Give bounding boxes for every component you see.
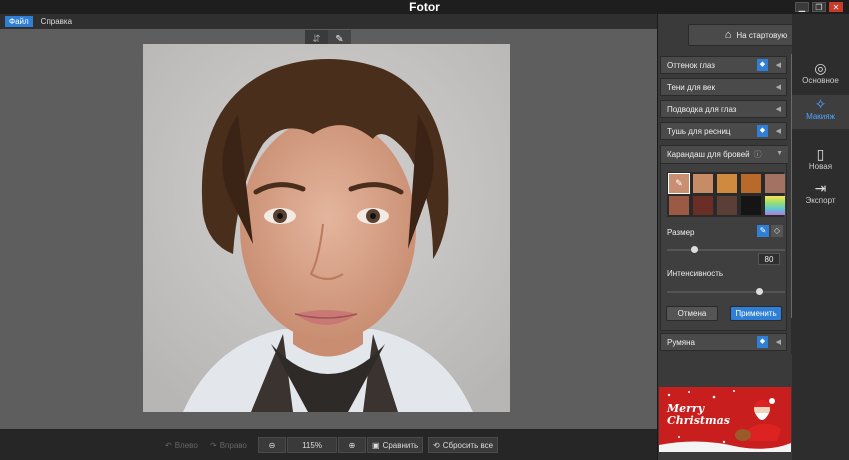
size-slider-knob[interactable] — [691, 246, 699, 253]
cancel-button[interactable]: Отмена — [666, 306, 718, 321]
makeup-icon: ✧ — [814, 96, 827, 112]
color-swatch[interactable] — [717, 174, 737, 193]
nav-basic-label: Основное — [802, 76, 839, 85]
intensity-value[interactable]: 80 — [758, 253, 780, 265]
panel-title: Карандаш для бровей — [667, 150, 750, 159]
zoom-in-button[interactable]: ⊕ — [338, 437, 366, 453]
color-swatch[interactable] — [693, 174, 713, 193]
premium-badge-icon: ◆ — [757, 59, 768, 71]
redo-icon: ↷ — [210, 440, 217, 450]
intensity-slider-knob[interactable] — [755, 288, 763, 295]
color-swatch[interactable] — [765, 196, 785, 215]
title-bar: Fotor ▁ ❐ ✕ — [0, 0, 849, 14]
expand-arrow-icon: ◀ — [775, 128, 781, 135]
size-label: Размер — [667, 228, 695, 237]
reset-all-button[interactable]: ⟲ Сбросить все — [428, 437, 499, 453]
expand-arrow-icon: ◀ — [775, 62, 781, 69]
section-label: Тушь для ресниц — [667, 126, 731, 136]
selected-pencil-icon: ✎ — [675, 178, 683, 188]
undo-button[interactable]: ↶ Влево — [165, 437, 198, 453]
section-label: Оттенок глаз — [667, 60, 715, 70]
color-swatch[interactable] — [717, 196, 737, 215]
menu-help[interactable]: Справка — [37, 16, 76, 27]
portrait-photo[interactable] — [143, 44, 510, 412]
christmas-ad-banner[interactable]: Merry Christmas — [659, 387, 791, 452]
bottom-toolbar: ↶ Влево ↷ Вправо ⊖ 115% ⊕ ▣ Сравнить ⟲ С… — [0, 429, 657, 460]
section-blush[interactable]: Румяна ◆ ◀ — [660, 333, 787, 351]
premium-badge-icon: ◆ — [757, 336, 768, 348]
color-swatch[interactable] — [693, 196, 713, 215]
intensity-slider[interactable] — [667, 288, 785, 295]
size-slider[interactable] — [667, 246, 785, 253]
section-label: Подводка для глаз — [667, 104, 737, 114]
undo-label: Влево — [174, 440, 198, 450]
help-icon[interactable]: ⓘ — [754, 149, 762, 160]
eyebrow-pencil-panel: Карандаш для бровей ⓘ ▼ ✎ Размер ✎ ◇ Инт… — [660, 145, 788, 331]
section-label: Румяна — [667, 337, 695, 347]
portrait-illustration — [143, 44, 510, 412]
basic-icon: ◎ — [814, 60, 827, 76]
minimize-button[interactable]: ▁ — [795, 2, 809, 12]
home-button-label: На стартовую — [736, 30, 788, 40]
zoom-out-button[interactable]: ⊖ — [258, 437, 286, 453]
color-swatch[interactable] — [669, 196, 689, 215]
nav-export[interactable]: ⇥ Экспорт — [792, 180, 849, 212]
brush-mode-icon[interactable]: ✎ — [757, 225, 769, 237]
section-eye-color[interactable]: Оттенок глаз ◆ ◀ — [660, 56, 787, 74]
new-icon: ▯ — [816, 146, 825, 162]
color-swatch[interactable] — [765, 174, 785, 193]
expand-arrow-icon: ◀ — [775, 84, 781, 91]
undo-icon: ↶ — [165, 440, 172, 450]
eraser-icon[interactable]: ◇ — [771, 225, 783, 237]
compare-label: Сравнить — [382, 440, 419, 450]
collapse-arrow-icon: ▼ — [776, 150, 783, 157]
menu-file[interactable]: Файл — [5, 16, 33, 27]
zoom-value[interactable]: 115% — [287, 437, 337, 453]
apply-button[interactable]: Применить — [730, 306, 782, 321]
window-controls: ▁ ❐ ✕ — [795, 2, 843, 12]
expand-arrow-icon: ◀ — [775, 106, 781, 113]
zoom-in-icon: ⊕ — [348, 440, 356, 450]
section-eyeshadow[interactable]: Тени для век ◀ — [660, 78, 787, 96]
home-icon: ⌂ — [724, 29, 732, 41]
app-title: Fotor — [409, 0, 440, 14]
nav-makeup[interactable]: ✧ Макияж — [792, 95, 849, 129]
premium-badge-icon: ◆ — [757, 125, 768, 137]
close-button[interactable]: ✕ — [829, 2, 843, 12]
section-eyeliner[interactable]: Подводка для глаз ◀ — [660, 100, 787, 118]
menu-bar: Файл Справка — [0, 14, 657, 29]
export-icon: ⇥ — [814, 180, 827, 196]
redo-label: Вправо — [219, 440, 247, 450]
color-swatch-grid: ✎ — [667, 172, 785, 217]
color-swatch[interactable]: ✎ — [668, 173, 690, 194]
eyebrow-pencil-header[interactable]: Карандаш для бровей ⓘ ▼ — [661, 146, 788, 164]
section-mascara[interactable]: Тушь для ресниц ◆ ◀ — [660, 122, 787, 140]
section-label: Тени для век — [667, 82, 715, 92]
zoom-out-icon: ⊖ — [268, 440, 276, 450]
redo-button[interactable]: ↷ Вправо — [210, 437, 247, 453]
expand-arrow-icon: ◀ — [775, 339, 781, 346]
nav-new-label: Новая — [808, 162, 833, 171]
color-swatch[interactable] — [741, 174, 761, 193]
compare-button[interactable]: ▣ Сравнить — [367, 437, 424, 453]
reset-label: Сбросить все — [442, 440, 494, 450]
canvas-area: ⇵ ✎ — [0, 29, 657, 429]
intensity-label: Интенсивность — [667, 269, 724, 278]
reset-icon: ⟲ — [433, 440, 440, 450]
color-swatch[interactable] — [741, 196, 761, 215]
nav-makeup-label: Макияж — [806, 112, 835, 121]
nav-export-label: Экспорт — [805, 196, 836, 205]
ad-text: Merry Christmas — [667, 402, 730, 427]
restore-button[interactable]: ❐ — [812, 2, 826, 12]
compare-icon: ▣ — [372, 440, 380, 450]
nav-basic[interactable]: ◎ Основное — [792, 60, 849, 94]
mode-navigation: ◎ Основное ✧ Макияж ▯ Новая ⇥ Экспорт — [792, 14, 849, 460]
nav-new[interactable]: ▯ Новая — [792, 146, 849, 178]
